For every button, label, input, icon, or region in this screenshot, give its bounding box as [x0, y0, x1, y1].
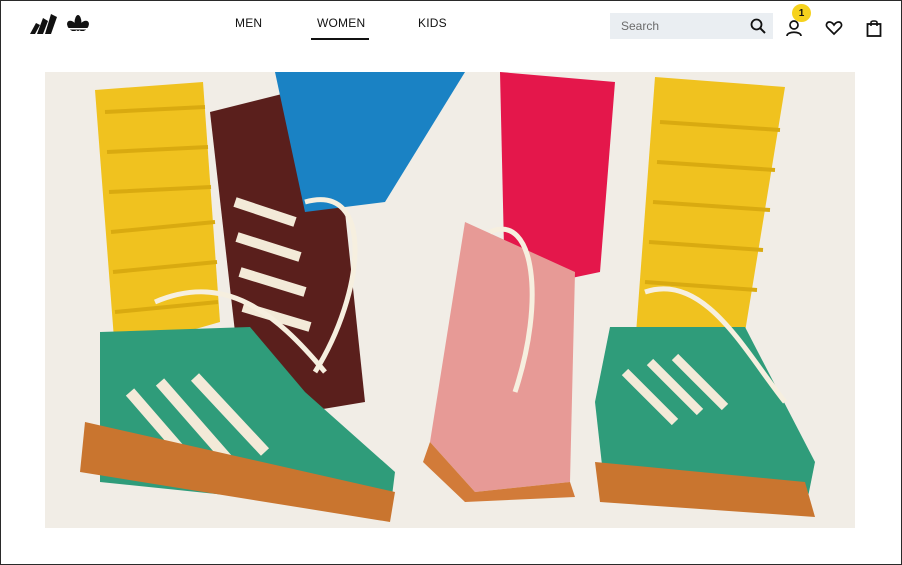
hero-image: [45, 72, 855, 528]
hero-banner[interactable]: [45, 72, 855, 528]
search-icon[interactable]: [749, 17, 767, 35]
nav-men[interactable]: MEN: [235, 16, 262, 30]
heart-icon[interactable]: [823, 17, 845, 39]
search-box: [610, 13, 773, 39]
nav-women[interactable]: WOMEN: [317, 16, 365, 30]
site-header: MEN WOMEN KIDS 1: [0, 0, 902, 52]
search-input[interactable]: [619, 18, 749, 34]
shopping-bag-icon[interactable]: [863, 17, 885, 39]
adidas-logo-icon[interactable]: [30, 14, 94, 36]
nav-kids[interactable]: KIDS: [418, 16, 447, 30]
nav-active-underline: [311, 38, 369, 40]
account-badge: 1: [792, 4, 811, 22]
